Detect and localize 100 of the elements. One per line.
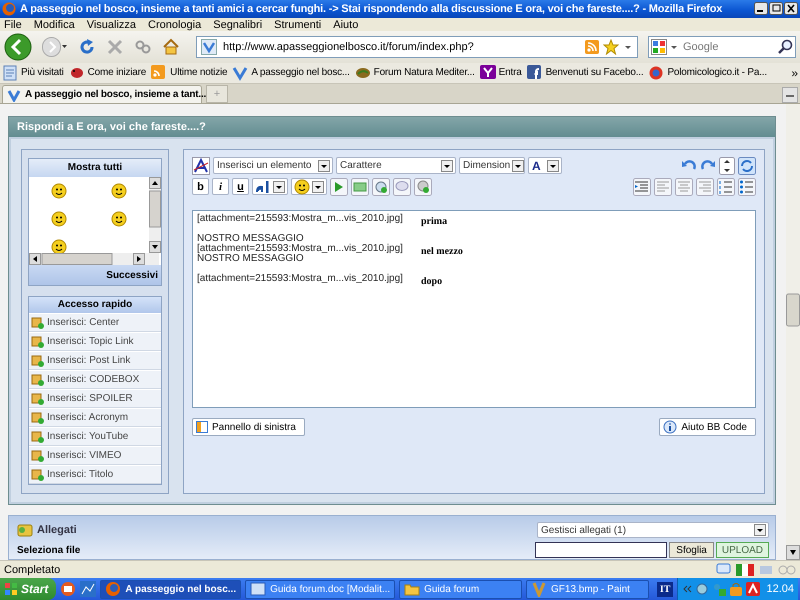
text-color-icon (255, 180, 271, 194)
note-label: dopo (420, 277, 442, 288)
infinity-icon (778, 564, 796, 576)
reload-icon[interactable] (78, 38, 96, 56)
bookmark-link[interactable]: Polomicologico.it - Pa... (667, 67, 767, 78)
quick-insert-item[interactable]: Inserisci: Acronym (29, 408, 161, 428)
antivirus-icon[interactable] (746, 582, 760, 596)
message-line: NOSTRO MESSAGGIO (197, 234, 304, 244)
chart-icon[interactable] (80, 581, 96, 597)
text-color-dropdown[interactable] (252, 178, 288, 196)
bookmark-link[interactable]: Forum Natura Mediter... (374, 67, 475, 78)
quick-insert-item[interactable]: Inserisci: Post Link (29, 351, 161, 370)
quick-insert-item[interactable]: Inserisci: SPOILER (29, 389, 161, 408)
color-dropdown[interactable]: A (528, 157, 562, 174)
speech-bubble-icon[interactable] (393, 178, 411, 196)
quick-insert-item[interactable]: Inserisci: CODEBOX (29, 370, 161, 390)
dropdown[interactable]: Dimension (459, 157, 525, 174)
font-style-icon[interactable] (192, 156, 210, 175)
left-panel-button[interactable]: Pannello di sinistra (192, 418, 305, 436)
search-field[interactable]: Google (648, 36, 796, 58)
panel-header: Rispondi a E ora, voi che fareste....? (9, 117, 775, 138)
quick-insert-item[interactable]: Inserisci: VIMEO (29, 446, 161, 466)
horizontal-scrollbar[interactable] (29, 253, 159, 266)
taskbar-button[interactable]: Guida forum (399, 580, 522, 598)
dropdown[interactable]: Inserisci un elemento (213, 157, 333, 174)
smiley-icon (111, 183, 127, 200)
smiley-dropdown[interactable] (291, 178, 327, 196)
back-icon[interactable] (4, 33, 32, 62)
network-icon[interactable] (695, 582, 710, 596)
add-icon[interactable] (372, 178, 390, 196)
quick-insert-item[interactable]: Inserisci: Titolo (29, 465, 161, 484)
browse-button[interactable]: Sfoglia (669, 542, 714, 558)
format-button[interactable]: b (192, 178, 209, 196)
ring-icon (648, 64, 664, 81)
address-bar[interactable]: http://www.apasseggionelbosco.it/forum/index.php? (196, 36, 638, 58)
image-icon[interactable] (351, 178, 369, 196)
taskbar-button[interactable]: A passeggio nel bosc... (100, 580, 242, 598)
file-input-field[interactable] (535, 542, 668, 558)
menu-item[interactable]: Cronologia (148, 18, 202, 31)
bookmark-link[interactable]: Ultime notizie (170, 67, 228, 78)
message-textarea[interactable]: [attachment=215593:Mostra_m...vis_2010.jpg] prima NOSTRO MESSAGGIO [attachment=215593:Mostra_m...vis_2010.jpg] nel mezzo NOSTRO MESSAGGIO [attachment=215593:Mostra_m...vis_2010.jpg] dopo (192, 210, 756, 408)
vertical-scrollbar[interactable] (149, 177, 161, 254)
minimize-icon[interactable] (754, 2, 768, 16)
show-all-link[interactable]: Mostra tutti (29, 159, 161, 178)
quick-insert-item[interactable]: Inserisci: YouTube (29, 427, 161, 446)
format-button[interactable]: i (212, 178, 229, 196)
page-scrollbar[interactable] (786, 104, 800, 560)
resize-icon[interactable] (719, 156, 735, 175)
message-line: [attachment=215593:Mostra_m...vis_2010.jpg] (197, 214, 403, 224)
overflow-chevron[interactable]: » (791, 66, 798, 80)
status-text: Completato (4, 564, 60, 576)
quick-insert-item[interactable]: Inserisci: Center (29, 313, 161, 332)
box-add-icon (31, 468, 44, 482)
rss-icon (151, 64, 168, 81)
dropdown[interactable]: Carattere (336, 157, 456, 174)
google-icon[interactable] (651, 39, 667, 56)
menu-item[interactable]: Strumenti (274, 18, 322, 31)
taskbar-button[interactable]: GF13.bmp - Paint (526, 580, 649, 598)
bookmark-link[interactable]: Più visitati (21, 67, 64, 78)
format-button[interactable]: u (232, 178, 249, 196)
menu-item[interactable]: Segnalibri (213, 18, 262, 31)
bookmark-link[interactable]: A passeggio nel bosc... (251, 67, 350, 78)
menu-item[interactable]: File (4, 18, 22, 31)
menu-item[interactable]: Visualizza (86, 18, 136, 31)
facebook-icon (526, 64, 543, 81)
italian-flag-icon (736, 564, 754, 576)
menu-item[interactable]: Aiuto (333, 18, 358, 31)
clock: 12.04 (766, 583, 794, 595)
maximize-icon[interactable] (769, 2, 783, 16)
align-center-icon[interactable] (675, 178, 693, 196)
message-line: [attachment=215593:Mostra_m...vis_2010.jpg] (197, 244, 403, 254)
upload-button[interactable]: UPLOAD (716, 542, 769, 558)
media-icon[interactable] (330, 178, 348, 196)
bullet-list-icon[interactable] (738, 178, 756, 196)
star-icon[interactable] (603, 39, 619, 56)
refresh-icon[interactable] (738, 156, 756, 175)
message-line: NOSTRO MESSAGGIO (197, 254, 304, 264)
numbered-list-icon[interactable] (717, 178, 735, 196)
language-indicator[interactable]: IT (656, 582, 674, 596)
page-icon (2, 64, 18, 81)
start-button[interactable]: Start (0, 578, 56, 600)
chevron-icon[interactable] (682, 583, 692, 595)
close-icon[interactable] (784, 2, 798, 16)
smiley-icon (51, 183, 67, 200)
site-icon (201, 39, 217, 56)
url-text: http://www.apasseggionelbosco.it/forum/index.php? (223, 41, 474, 54)
search-icon[interactable] (777, 39, 793, 56)
tab-list-icon[interactable] (782, 87, 798, 104)
taskbar-button[interactable]: Guida forum.doc [Modalit... (245, 580, 396, 598)
bookmark-link[interactable]: Entra (498, 67, 522, 78)
menu-item[interactable]: Modifica (34, 18, 75, 31)
indent-icon[interactable] (633, 178, 651, 196)
panel-icon (196, 421, 208, 434)
quick-insert-item[interactable]: Inserisci: Topic Link (29, 332, 161, 352)
bookmark-link[interactable]: Come iniziare (88, 67, 146, 78)
home-icon[interactable] (162, 38, 180, 56)
manage-attachments-dropdown[interactable]: Gestisci allegati (1) (537, 522, 769, 538)
bookmark-link[interactable]: Benvenuti su Facebo... (546, 67, 644, 78)
next-link[interactable]: Successivi (29, 265, 161, 286)
help-button[interactable]: Aiuto BB Code (659, 418, 756, 436)
